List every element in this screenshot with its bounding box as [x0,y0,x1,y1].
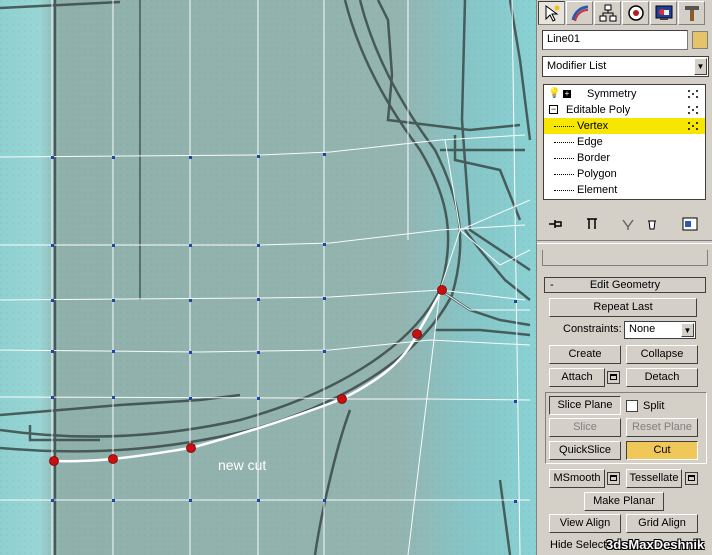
tessellate-button[interactable]: Tessellate [626,469,682,488]
make-planar-button[interactable]: Make Planar [584,492,664,511]
tab-utilities[interactable] [678,1,705,25]
attach-button[interactable]: Attach [549,368,605,387]
detach-button[interactable]: Detach [626,368,698,387]
reset-plane-button[interactable]: Reset Plane [626,418,698,437]
dots-icon [688,106,698,114]
chevron-down-icon[interactable]: ▼ [681,323,694,337]
tree-connector [554,126,574,127]
display-icon [655,5,672,20]
tab-display[interactable] [650,1,677,25]
hierarchy-icon [599,4,616,22]
quickslice-button[interactable]: QuickSlice [549,441,621,460]
new-cut-annotation: new cut [218,457,266,473]
cut-vertex [337,394,347,404]
tree-connector [554,174,574,175]
attach-settings-icon[interactable] [607,371,620,384]
stack-item-edge[interactable]: Edge [544,134,705,150]
split-label: Split [643,400,665,412]
lightbulb-icon[interactable]: 💡 [548,86,560,102]
stack-item-vertex[interactable]: Vertex [544,118,705,134]
repeat-last-button[interactable]: Repeat Last [549,298,697,317]
motion-icon [627,5,644,21]
constraints-dropdown[interactable]: None ▼ [624,321,696,339]
stack-item-border[interactable]: Border [544,150,705,166]
hammer-icon [684,6,699,21]
stack-item-label: Polygon [577,168,617,180]
stack-item-label: Element [577,184,618,196]
chevron-down-icon[interactable]: ▼ [694,58,707,75]
command-panel: Line01 Modifier List ▼ 💡 + Symmetry − Ed… [536,0,712,555]
stack-item-symmetry[interactable]: 💡 + Symmetry [544,86,705,102]
dots-icon [688,90,698,98]
watermark: 3dsMaxDeshnik [606,537,705,552]
cut-vertex [412,329,422,339]
object-name-field[interactable]: Line01 [542,30,688,50]
pointer-star-icon [545,5,559,22]
collapse-sign: - [550,279,554,291]
view-align-button[interactable]: View Align [549,514,621,533]
stack-item-polygon[interactable]: Polygon [544,166,705,182]
cut-vertex [437,285,447,295]
show-end-result-icon[interactable] [583,216,601,232]
collapse-button[interactable]: Collapse [626,345,698,364]
cut-vertex [49,456,59,466]
cut-vertex [108,454,118,464]
edit-geometry-rollout-header[interactable]: - Edit Geometry [544,277,706,293]
msmooth-settings-icon[interactable] [607,472,620,485]
dots-icon [688,122,698,130]
cut-vertex [186,443,196,453]
tab-create[interactable] [538,1,565,25]
pin-stack-icon[interactable] [547,216,565,232]
tessellate-settings-icon[interactable] [685,472,698,485]
tree-connector [554,190,574,191]
remove-modifier-icon[interactable] [643,216,661,232]
grid-align-button[interactable]: Grid Align [626,514,698,533]
collapse-minus-icon[interactable]: − [549,105,558,114]
slice-button[interactable]: Slice [549,418,621,437]
stack-item-element[interactable]: Element [544,182,705,198]
stack-item-label: Edge [577,136,603,148]
stack-item-label: Border [577,152,611,164]
create-button[interactable]: Create [549,345,621,364]
modify-arc-icon [571,5,588,22]
object-color-swatch[interactable] [692,31,708,49]
tab-motion[interactable] [622,1,649,25]
tab-hierarchy[interactable] [594,1,621,25]
configure-sets-icon[interactable] [681,216,699,232]
stack-item-label: Vertex [577,120,609,132]
tree-connector [554,158,574,159]
stack-item-editable-poly[interactable]: − Editable Poly [544,102,705,118]
msmooth-button[interactable]: MSmooth [549,469,605,488]
modifier-list-dropdown[interactable]: Modifier List ▼ [542,56,709,77]
split-checkbox[interactable] [626,400,638,412]
divider [537,240,712,244]
hide-selected-button[interactable]: Hide Selecte [550,539,612,551]
previous-rollout-edge [542,250,708,266]
constraints-label: Constraints: [563,323,622,335]
constraints-value: None [629,323,656,335]
command-panel-tabs [537,0,712,28]
tree-connector [554,142,574,143]
stack-item-label: Editable Poly [566,104,631,116]
viewport[interactable]: new cut [0,0,536,555]
cut-button[interactable]: Cut [626,441,698,460]
modifier-list-value: Modifier List [547,60,607,72]
rollout-title: Edit Geometry [589,279,661,291]
modifier-stack[interactable]: 💡 + Symmetry − Editable Poly Vertex Edge… [543,84,706,200]
tab-modify[interactable] [566,1,593,25]
slice-plane-button[interactable]: Slice Plane [549,396,621,415]
make-unique-icon[interactable] [619,216,637,232]
viewport-canvas[interactable]: new cut [0,0,536,555]
expand-plus-icon[interactable]: + [563,90,571,98]
stack-item-label: Symmetry [587,88,637,100]
